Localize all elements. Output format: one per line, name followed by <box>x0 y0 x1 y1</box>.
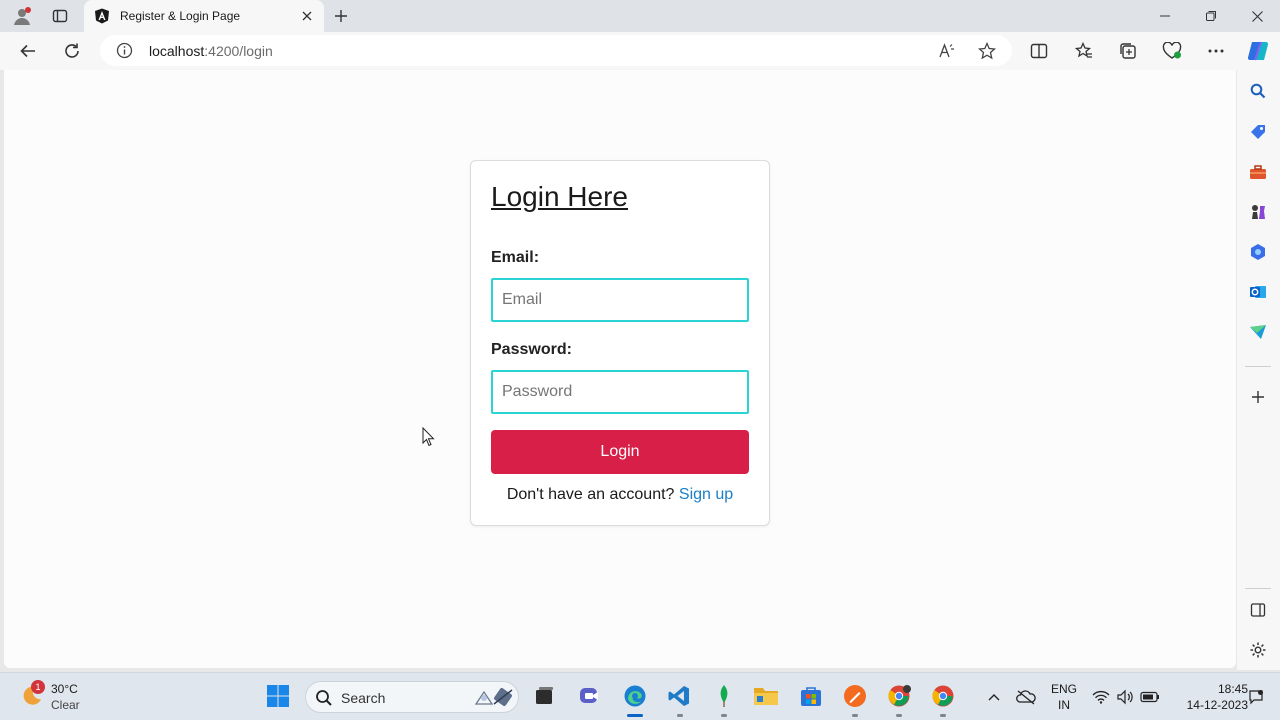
clock-date[interactable]: 14-12-2023 <box>1168 698 1248 712</box>
restore-icon[interactable] <box>1188 0 1234 32</box>
favorites-icon[interactable] <box>1070 37 1098 65</box>
login-card: Login Here Email: Password: Login Don't … <box>470 160 770 526</box>
running-indicator <box>940 714 946 717</box>
vscode-icon[interactable] <box>666 683 692 709</box>
chrome-profile-icon[interactable] <box>886 683 912 709</box>
running-indicator <box>896 714 902 717</box>
tag-icon[interactable] <box>1248 122 1268 142</box>
chevron-up-icon[interactable] <box>984 687 1004 707</box>
toolbox-icon[interactable] <box>1248 162 1268 182</box>
send-icon[interactable] <box>1248 322 1268 342</box>
task-view-icon[interactable] <box>531 683 557 709</box>
address-bar[interactable]: localhost:4200/login <box>100 35 1012 66</box>
page-viewport: Login Here Email: Password: Login Don't … <box>4 70 1236 668</box>
url-text[interactable]: localhost:4200/login <box>149 43 273 59</box>
search-icon <box>315 689 333 707</box>
browser-essentials-icon[interactable] <box>1158 37 1186 65</box>
sidebar-divider-bottom <box>1245 588 1271 589</box>
store-icon[interactable] <box>798 683 824 709</box>
edge-sidebar <box>1237 70 1280 670</box>
url-path: :4200/login <box>204 43 273 59</box>
file-explorer-icon[interactable] <box>753 683 779 709</box>
language-region[interactable]: IN <box>1050 698 1078 712</box>
language-code[interactable]: ENG <box>1050 682 1078 696</box>
chrome-icon[interactable] <box>930 683 956 709</box>
close-tab-icon[interactable] <box>298 7 316 25</box>
sidebar-divider <box>1245 366 1271 367</box>
copilot-icon[interactable] <box>1244 37 1272 65</box>
tab-title: Register & Login Page <box>120 9 241 23</box>
signup-link[interactable]: Sign up <box>679 486 733 503</box>
copilot-apps-icon[interactable] <box>1248 242 1268 262</box>
outlook-icon[interactable] <box>1248 282 1268 302</box>
chess-icon[interactable] <box>1248 202 1268 222</box>
search-icon[interactable] <box>1248 81 1268 101</box>
wifi-icon[interactable] <box>1091 687 1111 707</box>
split-screen-icon[interactable] <box>1025 37 1053 65</box>
page-title: Login Here <box>491 181 628 212</box>
workspaces-icon[interactable] <box>48 4 72 28</box>
read-aloud-icon[interactable] <box>935 39 959 63</box>
tab-login[interactable]: Register & Login Page <box>84 0 324 32</box>
battery-icon[interactable] <box>1140 687 1160 707</box>
mouse-cursor-icon <box>422 426 436 447</box>
weather-condition[interactable]: Clear <box>51 698 80 712</box>
taskbar-search[interactable]: Search <box>305 681 519 713</box>
back-icon[interactable] <box>14 37 42 65</box>
weather-badge: 1 <box>31 680 45 694</box>
windows-taskbar: 1 30°C Clear Search ENG IN 18:45 14-12-2… <box>0 672 1280 720</box>
profile-icon[interactable] <box>10 4 34 28</box>
site-info-icon[interactable] <box>116 42 133 59</box>
clock-time[interactable]: 18:45 <box>1168 682 1248 696</box>
login-button[interactable]: Login <box>491 430 749 474</box>
search-highlight-icon <box>472 686 514 708</box>
close-window-icon[interactable] <box>1234 0 1280 32</box>
volume-icon[interactable] <box>1115 687 1135 707</box>
new-tab-icon[interactable] <box>330 5 352 27</box>
password-field[interactable] <box>491 370 749 414</box>
email-field[interactable] <box>491 278 749 322</box>
search-label: Search <box>341 690 386 706</box>
split-panel-icon[interactable] <box>1248 600 1268 620</box>
minimize-icon[interactable] <box>1142 0 1188 32</box>
browser-toolbar: localhost:4200/login <box>0 32 1280 70</box>
teams-icon[interactable] <box>577 683 603 709</box>
url-host: localhost <box>149 43 205 59</box>
favorite-star-icon[interactable] <box>975 39 999 63</box>
settings-icon[interactable] <box>1248 640 1268 660</box>
windows-start-icon[interactable] <box>265 683 291 709</box>
signup-prompt: Don't have an account? Sign up <box>471 486 769 504</box>
collections-icon[interactable] <box>1114 37 1142 65</box>
signup-prompt-text: Don't have an account? <box>506 486 679 503</box>
notification-icon[interactable] <box>1246 687 1266 707</box>
add-icon[interactable] <box>1248 387 1268 407</box>
password-label: Password: <box>491 341 572 358</box>
more-options-icon[interactable] <box>1202 37 1230 65</box>
angular-icon <box>94 8 110 24</box>
paint-icon[interactable] <box>842 683 868 709</box>
running-indicator <box>721 714 727 717</box>
onedrive-offline-icon[interactable] <box>1016 687 1036 707</box>
email-label: Email: <box>491 249 540 266</box>
running-indicator <box>677 714 683 717</box>
refresh-icon[interactable] <box>58 37 86 65</box>
running-indicator-active <box>627 714 643 717</box>
mongodb-icon[interactable] <box>711 683 737 709</box>
weather-temperature[interactable]: 30°C <box>51 682 78 696</box>
edge-icon[interactable] <box>622 683 648 709</box>
browser-title-bar: Register & Login Page <box>0 0 1280 32</box>
running-indicator <box>852 714 858 717</box>
